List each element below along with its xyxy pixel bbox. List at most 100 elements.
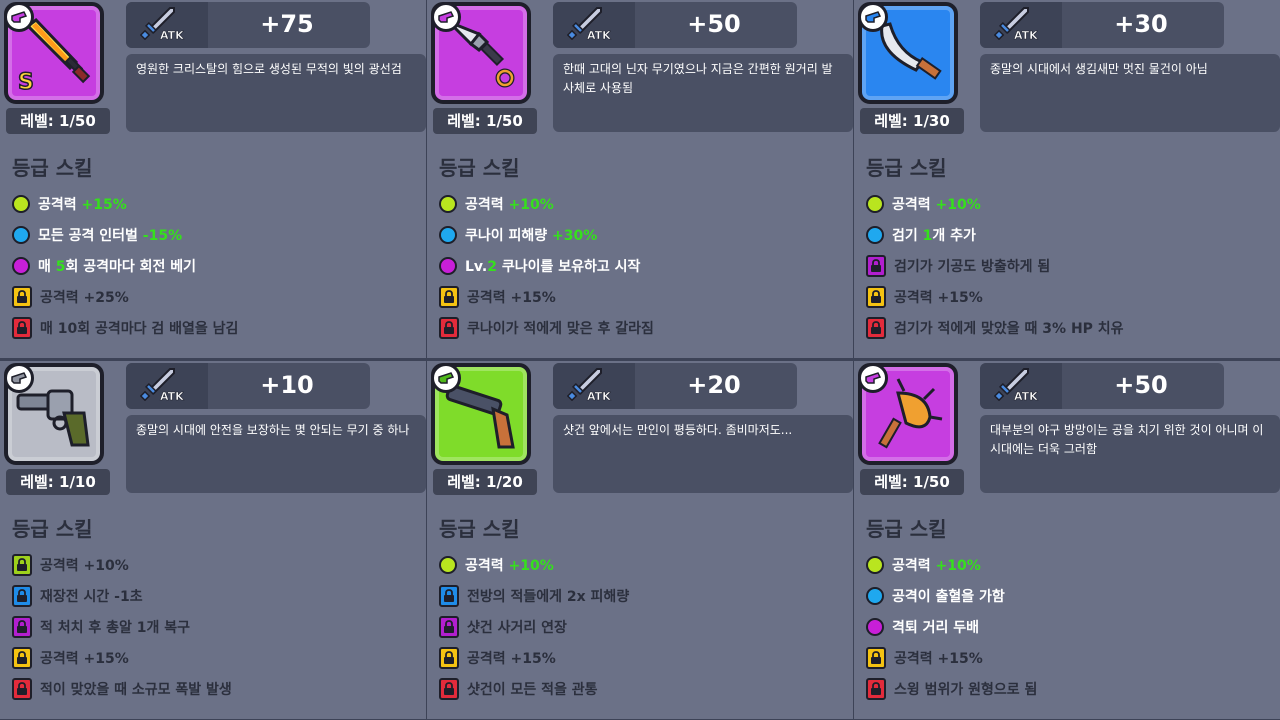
atk-icon-wrap: ATK	[553, 2, 635, 48]
skill-row: 공격력 +15%	[439, 642, 849, 673]
skill-text: 재장전 시간 -1초	[40, 588, 143, 605]
skill-text: 공격력 +15%	[38, 196, 127, 213]
hand-badge	[431, 2, 461, 32]
item-description: 한때 고대의 닌자 무기였으나 지금은 간편한 원거리 발사체로 사용됨	[553, 54, 853, 132]
skill-text: 공격력 +25%	[40, 289, 129, 306]
lock-icon	[12, 553, 32, 576]
skill-text: 공격력 +10%	[892, 196, 981, 213]
lock-icon	[439, 285, 459, 308]
skill-text: 공격력 +10%	[465, 196, 554, 213]
skill-row: 격퇴 거리 두배	[866, 611, 1276, 642]
item-description: 종말의 시대에서 생김새만 멋진 물건이 아님	[980, 54, 1280, 132]
level-label: 레벨: 1/20	[433, 469, 537, 495]
atk-stat: ATK +20	[553, 363, 797, 409]
atk-icon-wrap: ATK	[980, 2, 1062, 48]
skill-text: 공격력 +10%	[465, 557, 554, 574]
skill-section-title: 등급 스킬	[439, 517, 520, 541]
weapon-card: 레벨: 1/30 ATK +30 종말의 시대에서 생김새만 멋진 물건이 아님…	[854, 0, 1280, 358]
atk-icon-wrap: ATK	[553, 363, 635, 409]
lock-icon	[439, 646, 459, 669]
weapon-icon-box[interactable]	[858, 2, 958, 104]
skill-row: 검기가 적에게 맞았을 때 3% HP 치유	[866, 312, 1276, 343]
atk-stat: ATK +50	[980, 363, 1224, 409]
weapon-card: 레벨: 1/20 ATK +20 샷건 앞에서는 만인이 평등하다. 좀비마저도…	[427, 361, 853, 719]
level-label: 레벨: 1/10	[6, 469, 110, 495]
atk-label: ATK	[1014, 390, 1038, 404]
skill-list: 공격력 +10% 검기 1개 추가 검기가 기공도 방출하게 됨 공격력 +15% 검기…	[866, 188, 1276, 343]
weapon-card: 레벨: 1/10 ATK +10 종말의 시대에 안전을 보장하는 몇 안되는 …	[0, 361, 426, 719]
lock-icon	[12, 677, 32, 700]
skill-dot-icon	[866, 555, 884, 574]
weapon-icon-box[interactable]	[858, 363, 958, 465]
atk-value: +10	[260, 371, 314, 399]
atk-stat: ATK +50	[553, 2, 797, 48]
skill-row: 매 5회 공격마다 회전 베기	[12, 250, 422, 281]
atk-value: +75	[260, 10, 314, 38]
skill-row: Lv.2 쿠나이를 보유하고 시작	[439, 250, 849, 281]
weapon-icon-box[interactable]	[431, 363, 531, 465]
lock-icon	[439, 316, 459, 339]
skill-dot-icon	[12, 225, 30, 244]
weapon-icon-box[interactable]	[4, 363, 104, 465]
skill-row: 쿠나이 피해량 +30%	[439, 219, 849, 250]
lock-icon	[12, 285, 32, 308]
skill-row: 적이 맞았을 때 소규모 폭발 발생	[12, 673, 422, 704]
atk-stat: ATK +10	[126, 363, 370, 409]
skill-text: 공격력 +15%	[467, 650, 556, 667]
weapon-card: S 레벨: 1/50 ATK +75 영원한 크리스탈의 힘으로 생성된 무적의…	[0, 0, 426, 358]
weapon-card: 레벨: 1/50 ATK +50 한때 고대의 닌자 무기였으나 지금은 간편한…	[427, 0, 853, 358]
skill-dot-icon	[866, 617, 884, 636]
skill-list: 공격력 +10% 쿠나이 피해량 +30% Lv.2 쿠나이를 보유하고 시작 공격력…	[439, 188, 849, 343]
atk-value: +30	[1114, 10, 1168, 38]
atk-stat: ATK +30	[980, 2, 1224, 48]
lock-icon	[866, 285, 886, 308]
atk-icon-wrap: ATK	[980, 363, 1062, 409]
skill-row: 공격력 +15%	[12, 642, 422, 673]
skill-row: 샷건 사거리 연장	[439, 611, 849, 642]
atk-icon-wrap: ATK	[126, 2, 208, 48]
skill-dot-icon	[439, 225, 457, 244]
skill-text: 공격력 +15%	[894, 650, 983, 667]
atk-label: ATK	[160, 390, 184, 404]
lock-icon	[866, 646, 886, 669]
lock-icon	[866, 677, 886, 700]
level-label: 레벨: 1/50	[860, 469, 964, 495]
skill-list: 공격력 +10% 전방의 적들에게 2x 피해량샷건 사거리 연장공격력 +15%…	[439, 549, 849, 704]
lock-icon	[439, 584, 459, 607]
level-label: 레벨: 1/30	[860, 108, 964, 134]
skill-text: 매 10회 공격마다 검 배열을 남김	[40, 320, 239, 337]
skill-row: 공격력 +25%	[12, 281, 422, 312]
weapon-icon-box[interactable]	[431, 2, 531, 104]
skill-row: 적 처치 후 총알 1개 복구	[12, 611, 422, 642]
skill-row: 공격력 +15%	[866, 281, 1276, 312]
skill-text: 전방의 적들에게 2x 피해량	[467, 588, 630, 605]
skill-row: 공격력 +10%	[12, 549, 422, 580]
weapon-icon-box[interactable]: S	[4, 2, 104, 104]
hand-badge	[858, 363, 888, 393]
hand-badge	[858, 2, 888, 32]
grade-mark: S	[17, 69, 34, 96]
skill-text: 적 처치 후 총알 1개 복구	[40, 619, 191, 636]
skill-row: 샷건이 모든 적을 관통	[439, 673, 849, 704]
skill-text: 스윙 범위가 원형으로 됨	[894, 681, 1038, 698]
skill-text: 공격력 +10%	[892, 557, 981, 574]
skill-row: 공격력 +15%	[439, 281, 849, 312]
skill-row: 공격력 +10%	[866, 188, 1276, 219]
skill-section-title: 등급 스킬	[439, 156, 520, 180]
atk-icon-wrap: ATK	[126, 363, 208, 409]
skill-list: 공격력 +15% 모든 공격 인터벌 -15% 매 5회 공격마다 회전 베기 공격력…	[12, 188, 422, 343]
hand-badge	[431, 363, 461, 393]
skill-text: 격퇴 거리 두배	[892, 619, 980, 636]
skill-row: 매 10회 공격마다 검 배열을 남김	[12, 312, 422, 343]
skill-text: 검기가 기공도 방출하게 됨	[894, 258, 1051, 275]
skill-text: 공격력 +10%	[40, 557, 129, 574]
skill-text: 공격력 +15%	[40, 650, 129, 667]
skill-dot-icon	[866, 586, 884, 605]
atk-label: ATK	[587, 29, 611, 43]
hand-icon	[438, 372, 455, 384]
lock-icon	[439, 677, 459, 700]
atk-stat: ATK +75	[126, 2, 370, 48]
item-description: 종말의 시대에 안전을 보장하는 몇 안되는 무기 중 하나	[126, 415, 426, 493]
skill-row: 스윙 범위가 원형으로 됨	[866, 673, 1276, 704]
skill-list: 공격력 +10% 재장전 시간 -1초적 처치 후 총알 1개 복구공격력 +15…	[12, 549, 422, 704]
